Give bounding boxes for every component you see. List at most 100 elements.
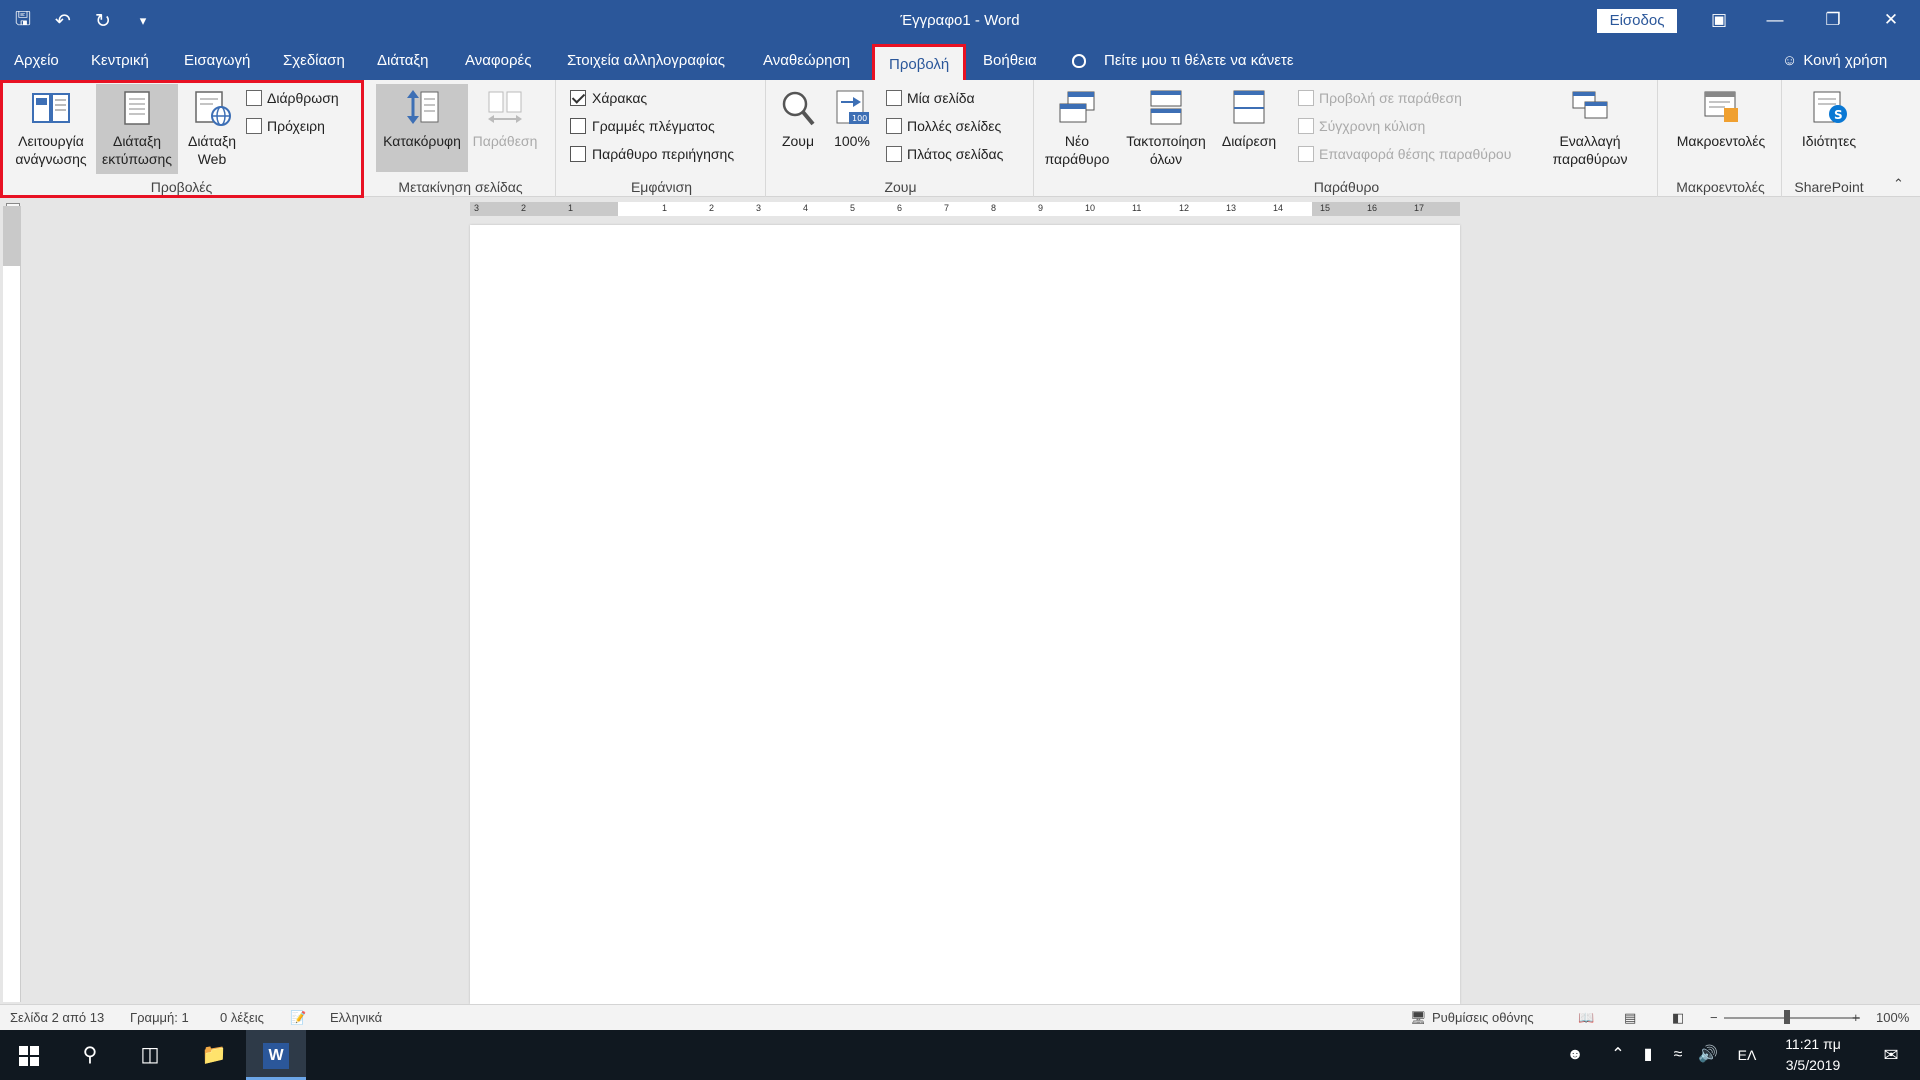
ribbon-tabs: Αρχείο Κεντρική Εισαγωγή Σχεδίαση Διάταξ… xyxy=(0,42,1920,80)
display-settings-button[interactable]: Ρυθμίσεις οθόνης xyxy=(1432,1005,1534,1031)
one-page-button[interactable]: Μία σελίδα xyxy=(886,88,975,108)
document-page[interactable] xyxy=(470,225,1460,1004)
chevron-up-icon[interactable]: ⌃ xyxy=(1604,1030,1632,1080)
zoom-slider[interactable] xyxy=(1724,1017,1860,1019)
right-margin-shade xyxy=(1312,202,1460,216)
ruler-number: 2 xyxy=(521,203,527,213)
close-icon[interactable]: ✕ xyxy=(1862,0,1920,42)
zoom-percentage[interactable]: 100% xyxy=(1876,1005,1909,1031)
macros-button[interactable]: Μακροεντολές xyxy=(1666,84,1776,150)
tab-insert[interactable]: Εισαγωγή xyxy=(184,42,250,80)
ruler-number: 7 xyxy=(944,203,950,213)
tab-help[interactable]: Βοήθεια xyxy=(983,42,1037,80)
ruler-number: 4 xyxy=(803,203,809,213)
ruler-number: 12 xyxy=(1179,203,1190,213)
zoom-slider-thumb[interactable] xyxy=(1784,1010,1790,1024)
tab-references[interactable]: Αναφορές xyxy=(465,42,531,80)
side-to-side-button[interactable]: Παράθεση xyxy=(470,84,540,150)
reset-window-position-button[interactable]: Επαναφορά θέσης παραθύρου xyxy=(1298,144,1511,164)
horizontal-ruler[interactable]: 3 2 1 1 2 3 4 5 6 7 8 9 10 11 12 13 14 15 16 17 xyxy=(470,202,1460,216)
synchronous-scrolling-button[interactable]: Σύγχρονη κύλιση xyxy=(1298,116,1425,136)
zoom-button[interactable]: Ζουμ xyxy=(772,84,824,150)
word-count[interactable]: 0 λέξεις xyxy=(220,1005,264,1031)
ruler-number: 11 xyxy=(1132,203,1142,213)
navigation-pane-checkbox[interactable]: Παράθυρο περιήγησης xyxy=(570,144,734,164)
proofing-icon[interactable]: 📝 xyxy=(290,1005,306,1031)
web-layout-view-icon[interactable]: ◧ xyxy=(1672,1005,1684,1031)
switch-windows-button[interactable]: Εναλλαγή παραθύρων xyxy=(1540,84,1640,168)
ruler-number: 1 xyxy=(568,203,574,213)
action-center-icon[interactable]: ✉ xyxy=(1866,1030,1916,1080)
tab-design[interactable]: Σχεδίαση xyxy=(283,42,345,80)
ruler-number: 6 xyxy=(897,203,903,213)
tab-layout[interactable]: Διάταξη xyxy=(377,42,428,80)
zoom-in-button[interactable]: + xyxy=(1852,1005,1860,1031)
split-button[interactable]: Διαίρεση xyxy=(1216,84,1282,150)
sharepoint-properties-icon: S xyxy=(1808,88,1850,128)
tab-mailings[interactable]: Στοιχεία αλληλογραφίας xyxy=(567,42,725,80)
ruler-number: 16 xyxy=(1367,203,1378,213)
page-count[interactable]: Σελίδα 2 από 13 xyxy=(10,1005,104,1031)
vertical-ruler[interactable] xyxy=(3,206,21,1002)
windows-start-icon[interactable] xyxy=(0,1030,58,1080)
ruler-number: 3 xyxy=(474,203,480,213)
side-by-side-icon xyxy=(1298,90,1314,106)
ruler-number: 9 xyxy=(1038,203,1044,213)
top-margin-shade xyxy=(3,206,21,266)
clock-date: 3/5/2019 xyxy=(1785,1057,1841,1073)
language[interactable]: Ελληνικά xyxy=(330,1005,382,1031)
ribbon-display-options-icon[interactable]: ▣ xyxy=(1690,0,1748,42)
people-icon[interactable]: ☻ xyxy=(1560,1030,1590,1080)
restore-icon[interactable]: ❐ xyxy=(1804,0,1862,42)
share-button[interactable]: ☺ Κοινή χρήση xyxy=(1782,42,1887,80)
ruler-number: 8 xyxy=(991,203,997,213)
person-icon: ☺ xyxy=(1782,52,1798,69)
tab-home[interactable]: Κεντρική xyxy=(91,42,149,80)
view-side-by-side-button[interactable]: Προβολή σε παράθεση xyxy=(1298,88,1462,108)
task-view-icon[interactable]: ◫ xyxy=(122,1030,178,1080)
read-mode-view-icon[interactable]: 📖 xyxy=(1578,1005,1594,1031)
magnifier-icon xyxy=(777,88,819,128)
status-bar: Σελίδα 2 από 13 Γραμμή: 1 0 λέξεις 📝 Ελλ… xyxy=(0,1004,1920,1030)
collapse-ribbon-icon[interactable]: ⌃ xyxy=(1893,176,1904,192)
properties-button[interactable]: S Ιδιότητες xyxy=(1788,84,1870,150)
vertical-button[interactable]: Κατακόρυφη xyxy=(376,84,468,172)
page-width-icon xyxy=(886,146,902,162)
properties-label: Ιδιότητες xyxy=(1801,133,1857,149)
signin-button[interactable]: Είσοδος xyxy=(1597,9,1677,33)
new-window-icon xyxy=(1056,88,1098,128)
zoom-100-label: 100% xyxy=(834,133,870,149)
taskbar: ⚲ ◫ 📁 W ☻ ⌃ ▮ ≈ 🔊 ΕΛ 11:21 πμ 3/5/2019 ✉ xyxy=(0,1030,1920,1080)
page-movement-group: Κατακόρυφη Παράθεση Μετακίνηση σελίδας xyxy=(366,80,556,197)
tab-review[interactable]: Αναθεώρηση xyxy=(763,42,850,80)
one-page-icon xyxy=(886,90,902,106)
file-explorer-icon[interactable]: 📁 xyxy=(186,1030,242,1080)
multiple-pages-button[interactable]: Πολλές σελίδες xyxy=(886,116,1001,136)
zoom-group: Ζουμ 100 100% Μία σελίδα Πολλές σελίδες … xyxy=(768,80,1034,197)
tab-view[interactable]: Προβολή xyxy=(872,44,967,80)
battery-icon[interactable]: ▮ xyxy=(1634,1030,1662,1080)
line-number: Γραμμή: 1 xyxy=(130,1010,189,1025)
search-icon[interactable]: ⚲ xyxy=(62,1030,118,1080)
tab-file[interactable]: Αρχείο xyxy=(14,42,59,80)
word-taskbar-icon[interactable]: W xyxy=(246,1030,306,1080)
window-group: Νέο παράθυρο Τακτοποίηση όλων Διαίρεση Π… xyxy=(1036,80,1658,197)
tell-me-search[interactable]: Πείτε μου τι θέλετε να κάνετε xyxy=(1072,42,1294,80)
gridlines-checkbox[interactable]: Γραμμές πλέγματος xyxy=(570,116,715,136)
zoom-100-button[interactable]: 100 100% xyxy=(828,84,876,150)
arrange-all-button[interactable]: Τακτοποίηση όλων xyxy=(1120,84,1212,168)
print-layout-view-icon[interactable]: ▤ xyxy=(1624,1005,1636,1031)
clock-time: 11:21 πμ xyxy=(1785,1036,1841,1052)
page-width-button[interactable]: Πλάτος σελίδας xyxy=(886,144,1003,164)
ruler-checkbox[interactable]: Χάρακας xyxy=(570,88,647,108)
new-window-button[interactable]: Νέο παράθυρο xyxy=(1042,84,1112,168)
ruler-number: 2 xyxy=(709,203,715,213)
split-label: Διαίρεση xyxy=(1221,133,1277,149)
wifi-icon[interactable]: ≈ xyxy=(1664,1030,1692,1080)
volume-icon[interactable]: 🔊 xyxy=(1694,1030,1722,1080)
vertical-label: Κατακόρυφη xyxy=(383,133,461,149)
system-clock[interactable]: 11:21 πμ 3/5/2019 xyxy=(1765,1034,1861,1076)
minimize-icon[interactable]: — xyxy=(1746,0,1804,42)
zoom-out-button[interactable]: − xyxy=(1710,1005,1718,1031)
input-language[interactable]: ΕΛ xyxy=(1730,1030,1764,1080)
